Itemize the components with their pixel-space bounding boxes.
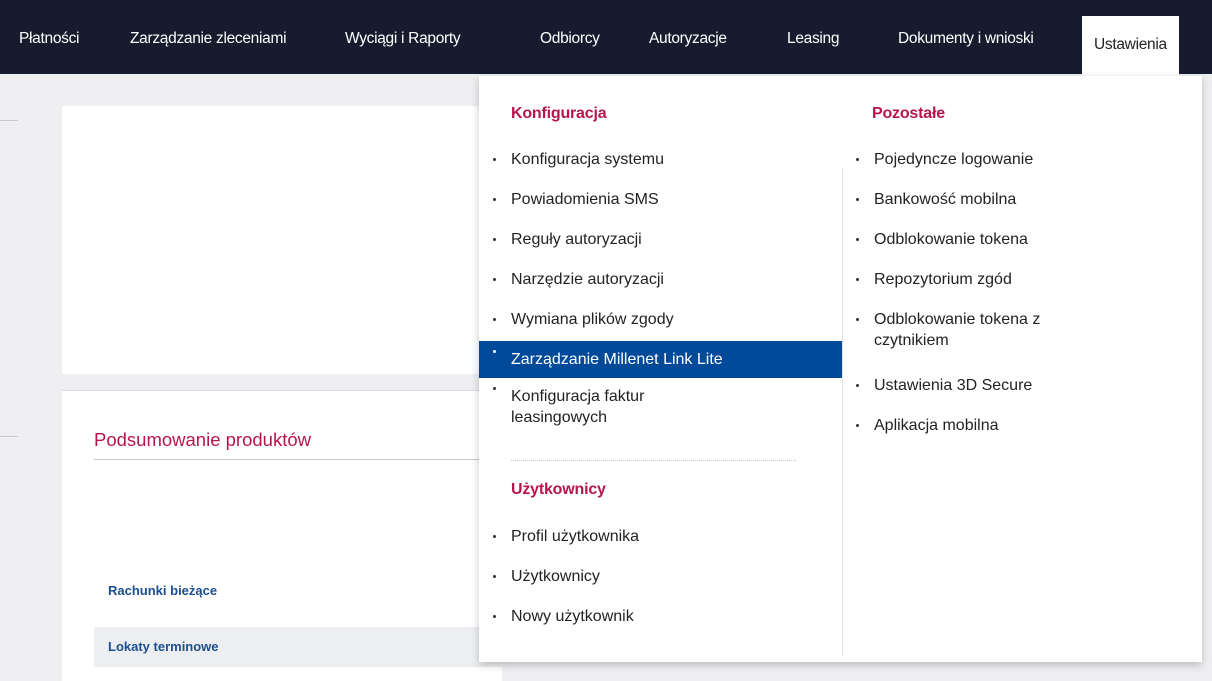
summary-row-current-accounts[interactable]: Rachunki bieżące bbox=[94, 571, 514, 611]
product-summary-panel: Podsumowanie produktów Rachunki bieżące … bbox=[62, 390, 514, 681]
summary-row-term-deposits[interactable]: Lokaty terminowe bbox=[94, 627, 514, 667]
divider bbox=[0, 436, 18, 437]
section-heading-konfiguracja: Konfiguracja bbox=[511, 105, 607, 122]
menu-item-ustawienia-3d-secure[interactable]: Ustawienia 3D Secure bbox=[842, 375, 1172, 415]
nav-item-odbiorcy[interactable]: Odbiorcy bbox=[540, 0, 600, 74]
menu-item-aplikacja-mobilna[interactable]: Aplikacja mobilna bbox=[842, 415, 1172, 455]
dashboard-panel bbox=[62, 106, 502, 374]
nav-item-ustawienia[interactable]: Ustawienia bbox=[1082, 16, 1179, 76]
pozostale-menu: Pojedyncze logowanie Bankowość mobilna O… bbox=[842, 149, 1172, 455]
menu-item-powiadomienia-sms[interactable]: Powiadomienia SMS bbox=[479, 189, 842, 229]
nav-item-zarzadzanie-zleceniami[interactable]: Zarządzanie zleceniami bbox=[130, 0, 287, 74]
menu-item-uzytkownicy[interactable]: Użytkownicy bbox=[479, 566, 842, 606]
menu-item-pojedyncze-logowanie[interactable]: Pojedyncze logowanie bbox=[842, 149, 1172, 189]
nav-item-wyciagi-i-raporty[interactable]: Wyciągi i Raporty bbox=[345, 0, 461, 74]
settings-dropdown-menu: Konfiguracja Konfiguracja systemu Powiad… bbox=[479, 76, 1202, 662]
menu-item-wymiana-plikow-zgody[interactable]: Wymiana plików zgody bbox=[479, 309, 842, 341]
menu-item-odblokowanie-tokena-z-czytnikiem[interactable]: Odblokowanie tokena z czytnikiem bbox=[842, 309, 1092, 375]
section-heading-pozostale: Pozostałe bbox=[872, 105, 945, 122]
menu-item-konfiguracja-faktur-leasingowych[interactable]: Konfiguracja faktur leasingowych bbox=[479, 378, 719, 434]
menu-item-nowy-uzytkownik[interactable]: Nowy użytkownik bbox=[479, 606, 842, 646]
product-summary-title: Podsumowanie produktów bbox=[94, 429, 311, 450]
menu-item-zarzadzanie-millenet-link-lite[interactable]: Zarządzanie Millenet Link Lite bbox=[479, 341, 842, 378]
nav-item-platnosci[interactable]: Płatności bbox=[19, 0, 80, 74]
menu-item-odblokowanie-tokena[interactable]: Odblokowanie tokena bbox=[842, 229, 1172, 269]
konfiguracja-menu: Konfiguracja systemu Powiadomienia SMS R… bbox=[479, 149, 842, 434]
uzytkownicy-menu: Profil użytkownika Użytkownicy Nowy użyt… bbox=[479, 526, 842, 646]
menu-item-bankowosc-mobilna[interactable]: Bankowość mobilna bbox=[842, 189, 1172, 229]
nav-item-dokumenty-i-wnioski[interactable]: Dokumenty i wnioski bbox=[898, 0, 1034, 74]
nav-item-leasing[interactable]: Leasing bbox=[787, 0, 840, 74]
nav-item-autoryzacje[interactable]: Autoryzacje bbox=[649, 0, 727, 74]
divider bbox=[511, 460, 796, 461]
menu-item-profil-uzytkownika[interactable]: Profil użytkownika bbox=[479, 526, 842, 566]
menu-item-konfiguracja-systemu[interactable]: Konfiguracja systemu bbox=[479, 149, 842, 189]
top-navigation: Płatności Zarządzanie zleceniami Wyciągi… bbox=[0, 0, 1212, 76]
section-heading-uzytkownicy: Użytkownicy bbox=[511, 481, 606, 498]
menu-item-repozytorium-zgod[interactable]: Repozytorium zgód bbox=[842, 269, 1172, 309]
menu-item-reguly-autoryzacji[interactable]: Reguły autoryzacji bbox=[479, 229, 842, 269]
divider bbox=[94, 459, 514, 460]
menu-item-narzedzie-autoryzacji[interactable]: Narzędzie autoryzacji bbox=[479, 269, 842, 309]
divider bbox=[0, 120, 18, 121]
